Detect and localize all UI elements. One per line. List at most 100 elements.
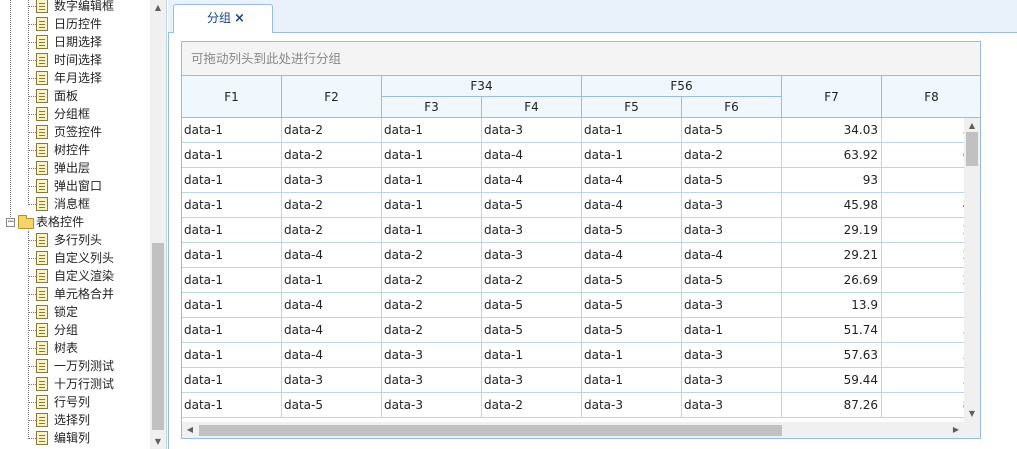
group-by-panel[interactable]: 可拖动列头到此处进行分组 xyxy=(182,42,980,76)
table-row[interactable]: data-1 data-4 data-3 data-1 data-1 data-3 57.6… xyxy=(182,343,964,368)
table-cell[interactable]: data-2 xyxy=(282,193,382,218)
table-row[interactable]: data-1 data-2 data-1 data-3 data-5 data-3 29.1… xyxy=(182,218,964,243)
table-cell[interactable]: 63.92 xyxy=(782,143,882,168)
table-cell[interactable]: data-1 xyxy=(582,118,682,143)
table-cell[interactable]: data-4 xyxy=(282,243,382,268)
table-cell[interactable]: data-1 xyxy=(182,268,282,293)
table-cell[interactable]: data-2 xyxy=(282,118,382,143)
table-cell[interactable]: data-3 xyxy=(482,368,582,393)
table-cell[interactable]: data-3 xyxy=(682,293,782,318)
table-cell[interactable]: data-3 xyxy=(482,218,582,243)
table-cell[interactable]: 45 xyxy=(882,193,964,218)
table-cell[interactable]: data-1 xyxy=(282,268,382,293)
close-icon[interactable]: × xyxy=(234,11,245,26)
table-cell[interactable]: data-5 xyxy=(582,218,682,243)
table-cell[interactable]: data-1 xyxy=(382,193,482,218)
table-cell[interactable]: data-2 xyxy=(282,143,382,168)
tree-folder-label[interactable]: 表格控件 xyxy=(36,213,84,231)
table-cell[interactable]: data-4 xyxy=(482,168,582,193)
table-cell[interactable]: data-3 xyxy=(382,343,482,368)
table-cell[interactable]: 59 xyxy=(882,368,964,393)
table-row[interactable]: data-1 data-2 data-1 data-4 data-1 data-2 63.9… xyxy=(182,143,964,168)
table-cell[interactable]: data-4 xyxy=(282,343,382,368)
table-cell[interactable]: data-1 xyxy=(182,368,282,393)
table-row[interactable]: data-1 data-5 data-3 data-2 data-3 data-3 87.2… xyxy=(182,393,964,418)
table-cell[interactable]: data-1 xyxy=(382,218,482,243)
collapse-icon[interactable]: − xyxy=(6,218,15,227)
table-cell[interactable]: data-2 xyxy=(382,293,482,318)
table-cell[interactable]: data-1 xyxy=(182,168,282,193)
scroll-up-arrow-icon[interactable]: ▲ xyxy=(150,0,166,15)
table-cell[interactable]: data-5 xyxy=(582,318,682,343)
table-cell[interactable]: data-3 xyxy=(282,168,382,193)
table-row[interactable]: data-1 data-4 data-2 data-3 data-4 data-4 29.2… xyxy=(182,243,964,268)
table-cell[interactable]: data-3 xyxy=(382,368,482,393)
table-cell[interactable]: data-5 xyxy=(682,118,782,143)
table-cell[interactable]: 29 xyxy=(882,218,964,243)
table-cell[interactable]: data-2 xyxy=(382,318,482,343)
table-cell[interactable]: data-4 xyxy=(582,243,682,268)
table-cell[interactable]: data-1 xyxy=(582,368,682,393)
table-cell[interactable]: data-2 xyxy=(282,218,382,243)
table-cell[interactable]: data-1 xyxy=(682,318,782,343)
header-f7[interactable]: F7 xyxy=(782,76,882,117)
table-cell[interactable]: data-4 xyxy=(582,168,682,193)
table-cell[interactable]: 26.69 xyxy=(782,268,882,293)
header-f2[interactable]: F2 xyxy=(282,76,382,117)
table-cell[interactable]: data-1 xyxy=(182,118,282,143)
table-cell[interactable]: data-1 xyxy=(382,168,482,193)
scroll-right-arrow-icon[interactable]: ▶ xyxy=(948,422,964,438)
table-cell[interactable]: data-5 xyxy=(682,168,782,193)
table-cell[interactable]: data-5 xyxy=(682,268,782,293)
table-cell[interactable]: data-1 xyxy=(382,118,482,143)
table-cell[interactable]: 59.44 xyxy=(782,368,882,393)
table-cell[interactable]: data-5 xyxy=(582,268,682,293)
table-cell[interactable]: 87.26 xyxy=(782,393,882,418)
table-cell[interactable]: data-3 xyxy=(682,393,782,418)
table-cell[interactable]: data-1 xyxy=(582,343,682,368)
table-cell[interactable]: 29.21 xyxy=(782,243,882,268)
table-cell[interactable]: data-1 xyxy=(182,343,282,368)
header-f5[interactable]: F5 xyxy=(582,97,682,117)
table-cell[interactable]: 57.63 xyxy=(782,343,882,368)
table-cell[interactable]: data-1 xyxy=(582,143,682,168)
tree-scroll-thumb[interactable] xyxy=(152,243,164,430)
grid-vscroll-thumb[interactable] xyxy=(966,132,978,166)
table-row[interactable]: data-1 data-1 data-2 data-2 data-5 data-5 26.6… xyxy=(182,268,964,293)
table-cell[interactable]: data-1 xyxy=(182,143,282,168)
table-cell[interactable]: data-2 xyxy=(382,268,482,293)
table-cell[interactable]: data-4 xyxy=(282,293,382,318)
table-cell[interactable]: data-2 xyxy=(482,393,582,418)
scroll-down-arrow-icon[interactable]: ▼ xyxy=(964,406,980,422)
table-cell[interactable]: data-1 xyxy=(182,318,282,343)
header-f6[interactable]: F6 xyxy=(682,97,782,117)
table-cell[interactable]: data-5 xyxy=(482,293,582,318)
header-f56[interactable]: F56 xyxy=(582,76,782,97)
grid-hscroll-thumb[interactable] xyxy=(199,425,782,436)
table-cell[interactable]: data-1 xyxy=(182,243,282,268)
table-cell[interactable]: data-1 xyxy=(382,143,482,168)
table-cell[interactable]: data-3 xyxy=(282,368,382,393)
table-cell[interactable]: data-4 xyxy=(482,143,582,168)
table-cell[interactable]: 1 xyxy=(882,293,964,318)
table-cell[interactable]: data-2 xyxy=(682,143,782,168)
table-cell[interactable]: data-3 xyxy=(582,393,682,418)
table-cell[interactable]: data-3 xyxy=(682,343,782,368)
table-cell[interactable]: data-2 xyxy=(382,243,482,268)
table-cell[interactable]: data-4 xyxy=(682,243,782,268)
table-cell[interactable]: data-3 xyxy=(382,393,482,418)
table-row[interactable]: data-1 data-4 data-2 data-5 data-5 data-3 13.9… xyxy=(182,293,964,318)
table-row[interactable]: data-1 data-4 data-2 data-5 data-5 data-1 51.7… xyxy=(182,318,964,343)
header-f4[interactable]: F4 xyxy=(482,97,582,117)
scroll-left-arrow-icon[interactable]: ◀ xyxy=(182,422,198,438)
table-cell[interactable]: data-1 xyxy=(182,193,282,218)
table-cell[interactable]: 93 xyxy=(782,168,882,193)
table-row[interactable]: data-1 data-3 data-3 data-3 data-1 data-3 59.4… xyxy=(182,368,964,393)
table-cell[interactable]: 29.19 xyxy=(782,218,882,243)
table-cell[interactable]: 63 xyxy=(882,143,964,168)
table-cell[interactable]: data-4 xyxy=(582,193,682,218)
table-cell[interactable]: data-1 xyxy=(482,343,582,368)
table-cell[interactable]: data-3 xyxy=(682,218,782,243)
table-cell[interactable]: 51.74 xyxy=(782,318,882,343)
table-cell[interactable]: 13.9 xyxy=(782,293,882,318)
